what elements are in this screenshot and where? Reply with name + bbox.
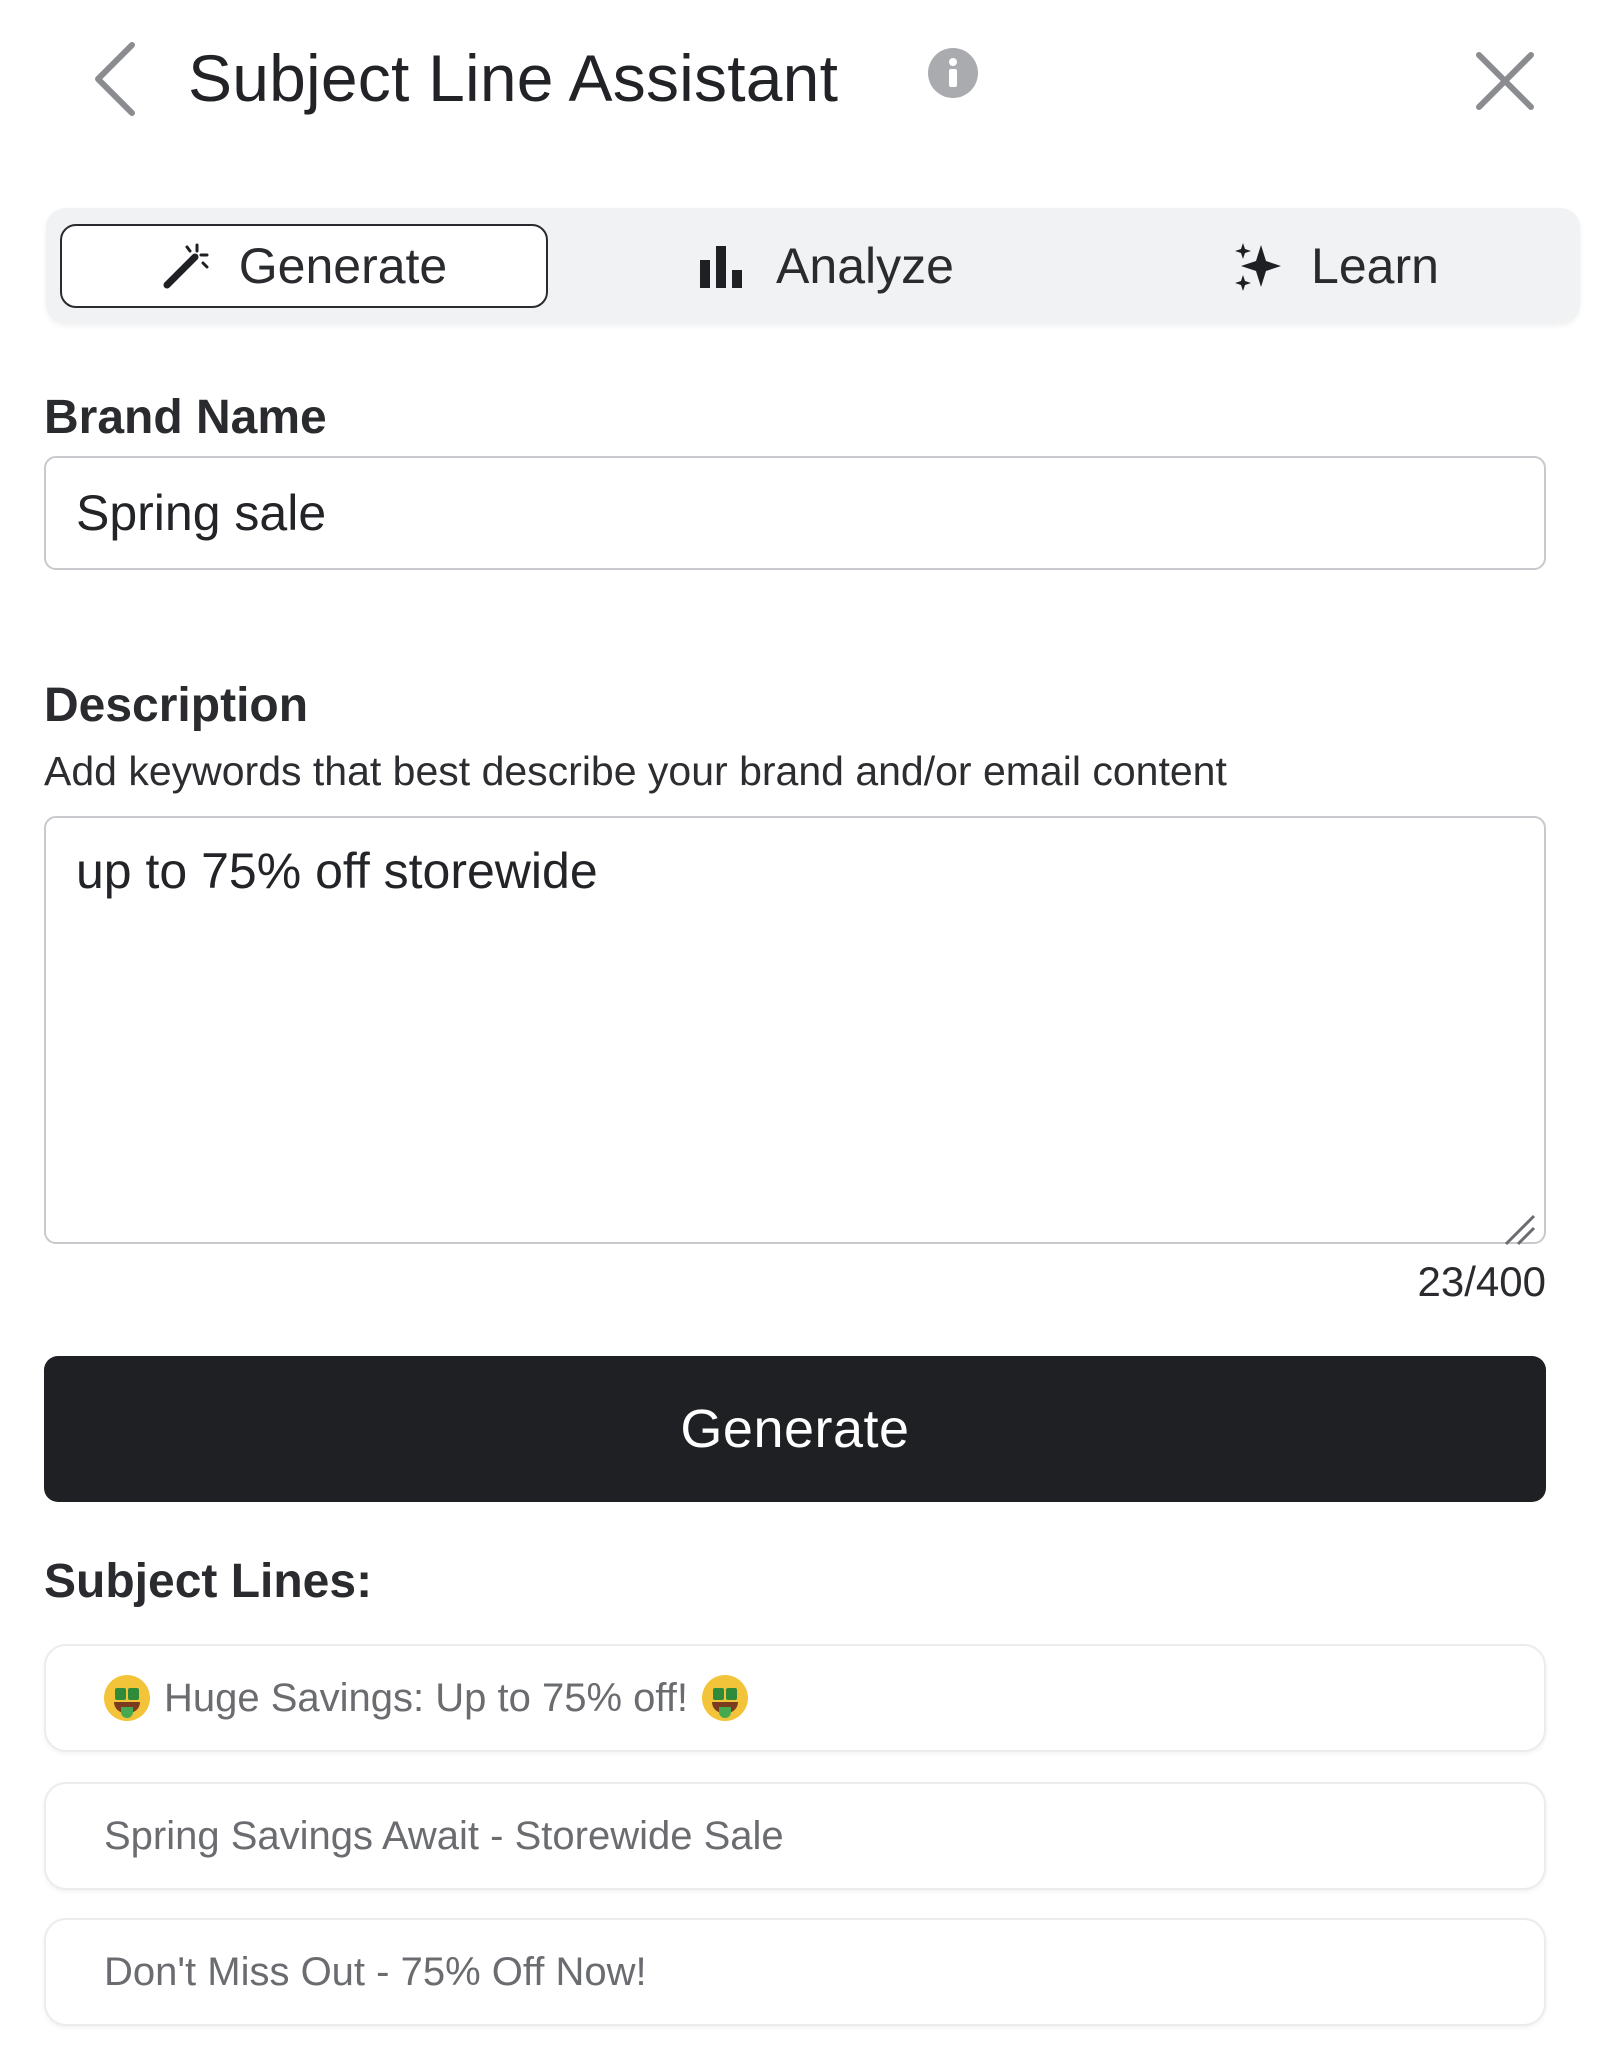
close-icon xyxy=(1473,49,1537,118)
description-value: up to 75% off storewide xyxy=(76,843,598,899)
subject-line-item[interactable]: Huge Savings: Up to 75% off! xyxy=(44,1644,1546,1752)
subject-line-text: Spring Savings Await - Storewide Sale xyxy=(104,1813,784,1858)
tab-learn[interactable]: Learn xyxy=(1126,224,1546,308)
resize-handle-icon[interactable] xyxy=(1500,1200,1536,1246)
info-icon[interactable] xyxy=(928,48,978,98)
subject-line-text: Don't Miss Out - 75% Off Now! xyxy=(104,1949,647,1994)
money-mouth-face-icon xyxy=(104,1675,150,1721)
back-button[interactable] xyxy=(80,36,150,126)
subject-line-text: Huge Savings: Up to 75% off! xyxy=(164,1675,689,1720)
tab-analyze[interactable]: Analyze xyxy=(606,224,1046,308)
tab-analyze-label: Analyze xyxy=(776,238,954,294)
magic-wand-icon xyxy=(161,241,211,291)
description-label: Description xyxy=(44,679,309,732)
bar-chart-icon xyxy=(698,244,748,288)
description-helper-text: Add keywords that best describe your bra… xyxy=(44,748,1227,794)
subject-line-item[interactable]: Don't Miss Out - 75% Off Now! xyxy=(44,1918,1546,2026)
character-counter: 23/400 xyxy=(1417,1258,1546,1305)
tab-generate[interactable]: Generate xyxy=(60,224,548,308)
description-textarea[interactable]: up to 75% off storewide xyxy=(44,816,1546,1246)
tab-learn-label: Learn xyxy=(1311,238,1439,294)
chevron-left-icon xyxy=(92,41,138,122)
subject-line-item[interactable]: Spring Savings Await - Storewide Sale xyxy=(44,1782,1546,1890)
brand-name-label: Brand Name xyxy=(44,391,327,444)
subject-lines-heading: Subject Lines: xyxy=(44,1555,373,1608)
generate-button[interactable]: Generate xyxy=(44,1356,1546,1502)
sparkle-icon xyxy=(1233,241,1283,291)
money-mouth-face-icon xyxy=(702,1675,749,1721)
page-title: Subject Line Assistant xyxy=(188,41,839,115)
brand-name-input[interactable]: Spring sale xyxy=(44,456,1546,570)
mode-tabbar: Generate Analyze Learn xyxy=(46,208,1580,324)
tab-generate-label: Generate xyxy=(238,238,448,294)
close-button[interactable] xyxy=(1460,38,1550,128)
